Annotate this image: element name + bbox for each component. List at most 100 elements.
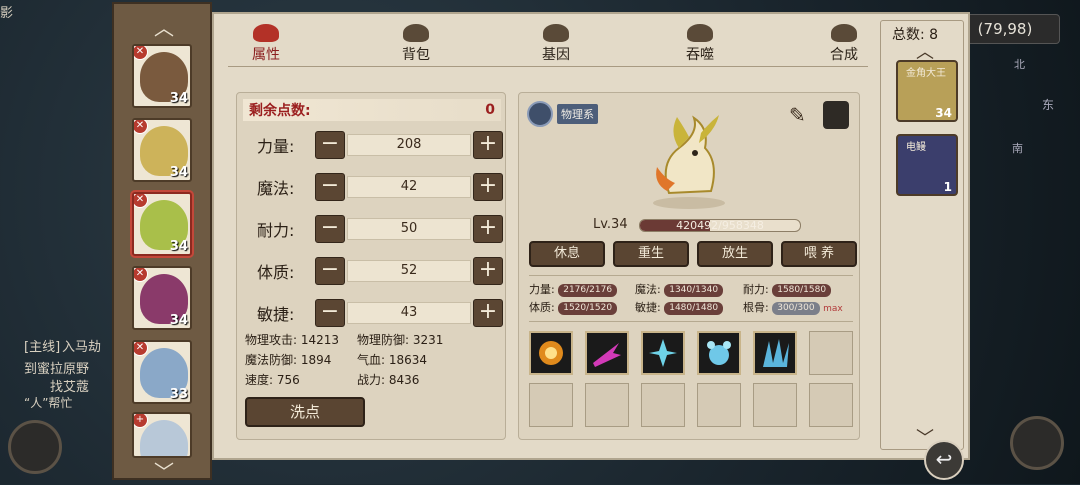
rest-button[interactable]: 休息: [529, 241, 605, 267]
pet-portrait[interactable]: +: [132, 412, 192, 458]
roster-pet-level: 34: [935, 106, 952, 120]
tab-synthesis[interactable]: 合成: [814, 24, 874, 64]
pet-portrait[interactable]: ✕ 34: [132, 118, 192, 182]
empty-skill-slot[interactable]: [585, 383, 629, 427]
remaining-points-label: 剩余点数:: [249, 103, 311, 119]
quest-line[interactable]: 入马劫: [62, 336, 101, 355]
remaining-points: 剩余点数: 0: [243, 99, 501, 121]
tab-devour[interactable]: 吞噬: [670, 24, 730, 64]
empty-skill-slot[interactable]: [641, 383, 685, 427]
chevron-down-icon[interactable]: ﹀: [154, 456, 174, 485]
slash-skill-icon[interactable]: [585, 331, 629, 375]
ice-skill-icon[interactable]: [641, 331, 685, 375]
portrait-face: [140, 420, 188, 456]
feed-button[interactable]: 喂 养: [781, 241, 857, 267]
release-button[interactable]: 放生: [697, 241, 773, 267]
sun-skill-icon[interactable]: [529, 331, 573, 375]
battle-tag-icon: ✕: [134, 120, 148, 134]
eye-icon: [543, 24, 569, 42]
plus-button[interactable]: +: [473, 215, 503, 243]
pet-portrait-strip[interactable]: ︿ ﹀ ✕ 34 ✕ 34 ✕ 34 ✕ 34 ✕ 33 +: [112, 2, 212, 484]
minus-button[interactable]: −: [315, 173, 345, 201]
reset-points-button[interactable]: 洗点: [245, 397, 365, 427]
tab-gene[interactable]: 基因: [526, 24, 586, 64]
attr-row-constitution: 体质: − 52 +: [243, 255, 505, 287]
attr-row-endurance: 耐力: − 50 +: [243, 213, 505, 245]
house-button[interactable]: [1010, 416, 1064, 470]
tab-label: 属性: [252, 47, 280, 63]
quest-line: “人”帮忙: [24, 396, 73, 410]
roster-pet-name: 金角大王: [906, 68, 946, 79]
compass-south: 南: [1012, 142, 1023, 155]
tab-bar: 属性 背包 基因 吞噬 合成: [236, 24, 876, 70]
divider: [529, 275, 853, 276]
frost-skill-icon[interactable]: [697, 331, 741, 375]
tab-label: 背包: [402, 47, 430, 63]
pet-panel: 属性 背包 基因 吞噬 合成 剩余点数: 0 力量: − 208 + 魔法: −…: [212, 12, 970, 460]
potential-agility: 敏捷: 1480/1480: [635, 299, 724, 315]
battle-tag-icon: +: [134, 414, 148, 428]
list-icon[interactable]: [527, 101, 553, 127]
potential-constitution: 体质: 1520/1520: [529, 299, 618, 315]
empty-skill-slot[interactable]: [529, 383, 573, 427]
compass-east: 东: [1042, 98, 1055, 112]
potential-bone: 根骨: 300/300 max: [743, 299, 843, 315]
plus-button[interactable]: +: [473, 173, 503, 201]
roster-pet[interactable]: 电鳗 1: [896, 134, 958, 196]
minus-button[interactable]: −: [315, 257, 345, 285]
pet-portrait[interactable]: ✕ 33: [132, 340, 192, 404]
roster-pet[interactable]: 金角大王 34: [896, 60, 958, 122]
chevron-up-icon[interactable]: ︿: [154, 12, 174, 41]
flame-icon: [253, 24, 279, 42]
left-round-button[interactable]: [8, 420, 62, 474]
attr-label: 力量:: [257, 137, 295, 156]
rebirth-button[interactable]: 重生: [613, 241, 689, 267]
stat-hp: 气血: 18634: [357, 353, 428, 367]
quest-line: 找艾蔻: [50, 380, 90, 395]
lock-icon[interactable]: [823, 101, 849, 129]
tab-attributes[interactable]: 属性: [236, 24, 296, 64]
potential-value: 1340/1340: [664, 283, 724, 297]
portrait-level: 34: [169, 91, 188, 106]
empty-skill-slot[interactable]: [753, 383, 797, 427]
attr-value: 43: [347, 302, 471, 324]
quest-tag[interactable]: [主线]: [24, 336, 60, 355]
tab-label: 基因: [542, 47, 570, 63]
potential-label: 敏捷:: [635, 301, 661, 314]
stat-physical-attack: 物理攻击: 14213: [245, 333, 340, 347]
potential-endurance: 耐力: 1580/1580: [743, 281, 832, 297]
empty-skill-slot[interactable]: [809, 331, 853, 375]
potential-label: 魔法:: [635, 283, 661, 296]
feather-quill-icon[interactable]: ✎: [789, 103, 806, 127]
attr-row-strength: 力量: − 208 +: [243, 129, 505, 161]
pet-portrait-selected[interactable]: ✕ 34: [132, 192, 192, 256]
potential-value: 1480/1480: [664, 301, 724, 315]
plus-button[interactable]: +: [473, 257, 503, 285]
stat-magic-defense: 魔法防御: 1894: [245, 353, 332, 367]
potential-magic: 魔法: 1340/1340: [635, 281, 724, 297]
attr-value: 42: [347, 176, 471, 198]
portrait-level: 34: [169, 313, 188, 328]
attr-label: 敏捷:: [257, 305, 295, 324]
tab-bag[interactable]: 背包: [386, 24, 446, 64]
minus-button[interactable]: −: [315, 131, 345, 159]
empty-skill-slot[interactable]: [809, 383, 853, 427]
potential-max: max: [823, 304, 843, 314]
empty-skill-slot[interactable]: [697, 383, 741, 427]
shard-skill-icon[interactable]: [753, 331, 797, 375]
minus-button[interactable]: −: [315, 299, 345, 327]
quest-line: 到蜜拉原野: [24, 362, 90, 377]
stat-power: 战力: 8436: [357, 373, 420, 387]
plus-button[interactable]: +: [473, 131, 503, 159]
battle-tag-icon: ✕: [134, 342, 148, 356]
back-arrow-icon[interactable]: ↩: [924, 440, 964, 480]
pet-portrait[interactable]: ✕ 34: [132, 266, 192, 330]
minus-button[interactable]: −: [315, 215, 345, 243]
potential-value: 300/300: [772, 301, 820, 315]
attr-label: 耐力:: [257, 221, 295, 240]
portrait-level: 34: [169, 239, 188, 254]
attr-label: 体质:: [257, 263, 295, 282]
plus-button[interactable]: +: [473, 299, 503, 327]
pet-portrait[interactable]: ✕ 34: [132, 44, 192, 108]
devour-icon: [687, 24, 713, 42]
